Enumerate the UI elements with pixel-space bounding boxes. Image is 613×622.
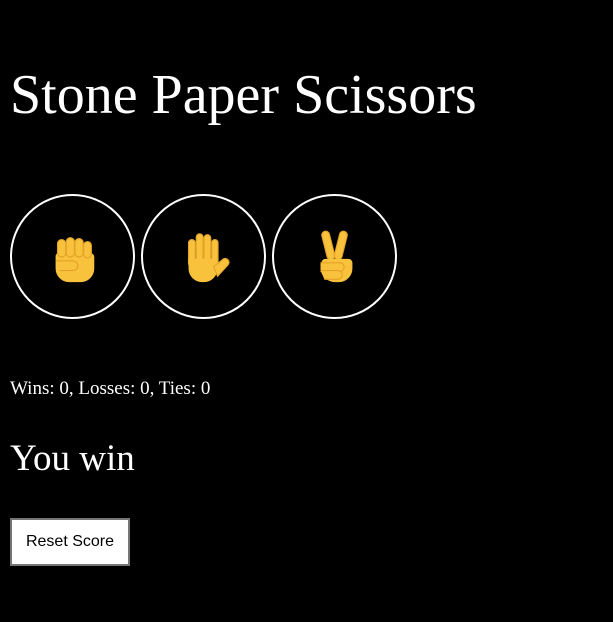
page-title: Stone Paper Scissors bbox=[10, 64, 477, 126]
raised-hand-icon bbox=[187, 232, 230, 282]
victory-hand-icon bbox=[320, 230, 352, 282]
scissors-button[interactable] bbox=[272, 194, 397, 319]
game-page: Stone Paper Scissors Wins: 0, Losses: 0,… bbox=[0, 0, 613, 622]
raised-fist-icon bbox=[55, 236, 94, 282]
move-buttons bbox=[10, 194, 397, 319]
paper-button[interactable] bbox=[141, 194, 266, 319]
stone-button[interactable] bbox=[10, 194, 135, 319]
score-text: Wins: 0, Losses: 0, Ties: 0 bbox=[10, 378, 211, 399]
result-text: You win bbox=[10, 438, 135, 479]
reset-score-button[interactable]: Reset Score bbox=[10, 518, 130, 566]
